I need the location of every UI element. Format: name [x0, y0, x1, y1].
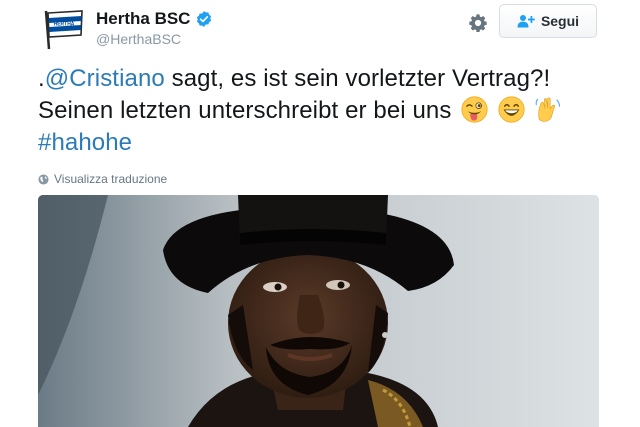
- translate-label: Visualizza traduzione: [54, 172, 168, 186]
- tweet-text: .@Cristiano sagt, es ist sein vorletzter…: [38, 63, 608, 159]
- svg-text:HERTHA: HERTHA: [54, 22, 75, 28]
- follow-label: Segui: [540, 13, 580, 29]
- follow-button[interactable]: Segui: [499, 4, 597, 38]
- tweet-media-image[interactable]: [38, 195, 599, 427]
- grinning-face-icon: [498, 96, 525, 123]
- add-user-icon: [517, 15, 535, 28]
- tweet-prefix: .: [38, 65, 45, 92]
- avatar[interactable]: HERTHA: [38, 5, 86, 53]
- tweet-line-2: Seinen letzten unterschreibt er bei uns: [38, 95, 608, 127]
- verified-badge-icon: [197, 11, 212, 27]
- winking-face-tongue-icon: [461, 96, 488, 123]
- account-name-row[interactable]: Hertha BSC: [96, 9, 213, 29]
- gear-icon[interactable]: [467, 12, 489, 34]
- mention-link[interactable]: @Cristiano: [45, 65, 165, 92]
- hashtag-link[interactable]: #hahohe: [38, 129, 132, 156]
- account-handle[interactable]: @HerthaBSC: [96, 31, 181, 47]
- tweet-line-2-text: Seinen letzten unterschreibt er bei uns: [38, 97, 452, 124]
- tweet-line-1: .@Cristiano sagt, es ist sein vorletzter…: [38, 63, 608, 95]
- translate-link[interactable]: Visualizza traduzione: [38, 172, 167, 186]
- tweet-line-1-text: sagt, es ist sein vorletzter Vertrag?!: [164, 65, 551, 92]
- waving-hands-icon: [535, 97, 560, 122]
- hertha-flag-crest-icon: HERTHA: [38, 5, 86, 53]
- display-name[interactable]: Hertha BSC: [96, 9, 190, 29]
- man-in-top-hat-image: [38, 195, 599, 427]
- tweet-line-3: #hahohe: [38, 127, 608, 159]
- globe-icon: [38, 173, 49, 185]
